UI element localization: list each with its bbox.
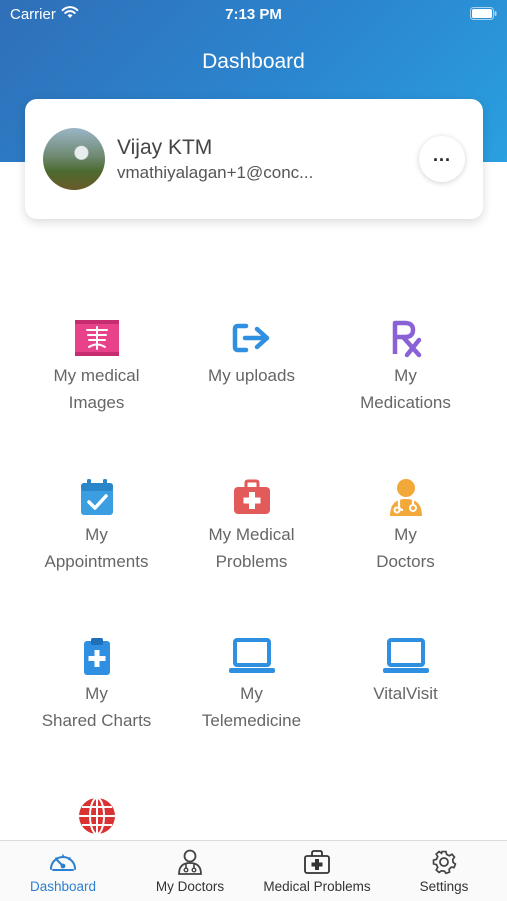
xray-icon — [74, 320, 119, 356]
medical-kit-icon — [233, 479, 270, 514]
tile-label-line1: My uploads — [208, 366, 295, 385]
tile-label-line1: My — [394, 525, 417, 544]
tile-label-line1: My — [394, 366, 417, 385]
tile-label-line1: My — [240, 684, 263, 703]
tab-settings[interactable]: Settings — [381, 841, 507, 901]
tile-label-line2: Doctors — [376, 552, 435, 571]
tab-label: Dashboard — [29, 879, 97, 894]
tile-label-line2: Shared Charts — [41, 711, 152, 730]
tile-my-medical-problems[interactable]: My Medical Problems — [174, 477, 329, 575]
avatar[interactable] — [43, 128, 105, 190]
tab-label: Medical Problems — [263, 879, 371, 894]
tile-label-line2: Appointments — [44, 552, 149, 571]
tile-label-line1: My Medical — [208, 525, 295, 544]
laptop-icon — [228, 638, 275, 673]
speedometer-icon — [50, 854, 76, 871]
tab-label: Settings — [419, 879, 469, 894]
tab-bar: Dashboard My Doctors Medical Problems Se… — [0, 840, 507, 901]
status-time: 7:13 PM — [225, 6, 282, 23]
tile-label-line2: Problems — [215, 552, 288, 571]
gear-icon — [432, 850, 457, 875]
tile-label-line2: Images — [68, 393, 125, 412]
tab-medical-problems[interactable]: Medical Problems — [254, 841, 380, 901]
tile-label-line1: My — [85, 525, 108, 544]
doctor-icon — [389, 479, 422, 516]
more-options-button[interactable]: ... — [419, 136, 465, 182]
profile-card: Vijay KTM vmathiyalagan+1@conc... ... — [25, 99, 483, 219]
tile-my-appointments[interactable]: My Appointments — [19, 477, 174, 575]
tile-medical-images[interactable]: My medical Images — [19, 318, 174, 416]
tile-globe[interactable] — [19, 796, 174, 836]
calendar-check-icon — [80, 479, 113, 515]
tile-label-line2: Telemedicine — [201, 711, 302, 730]
user-name: Vijay KTM — [117, 136, 213, 159]
user-email: vmathiyalagan+1@conc... — [117, 163, 314, 182]
page-title: Dashboard — [202, 50, 305, 73]
laptop-icon — [382, 638, 429, 673]
tile-vitalvisit[interactable]: VitalVisit — [328, 636, 483, 707]
tile-my-doctors[interactable]: My Doctors — [328, 477, 483, 575]
globe-icon — [78, 797, 115, 835]
tab-my-doctors[interactable]: My Doctors — [127, 841, 253, 901]
tile-label-line1: My medical — [53, 366, 140, 385]
medical-kit-outline-icon — [304, 850, 330, 874]
tile-my-shared-charts[interactable]: My Shared Charts — [19, 636, 174, 734]
tile-label-line1: My — [85, 684, 108, 703]
battery-icon — [470, 7, 497, 20]
tile-my-medications[interactable]: My Medications — [328, 318, 483, 416]
tile-label-line2: Medications — [360, 393, 451, 412]
tile-label-line1: VitalVisit — [373, 684, 438, 703]
ellipsis-icon: ... — [432, 145, 451, 165]
rx-icon — [392, 320, 421, 358]
tab-dashboard[interactable]: Dashboard — [0, 841, 126, 901]
doctor-outline-icon — [178, 849, 202, 875]
tab-label: My Doctors — [155, 879, 225, 894]
clipboard-plus-icon — [83, 638, 110, 675]
tile-my-telemedicine[interactable]: My Telemedicine — [174, 636, 329, 734]
upload-arrow-icon — [232, 323, 269, 353]
status-bar: Carrier 7:13 PM — [0, 0, 507, 30]
tile-my-uploads[interactable]: My uploads — [174, 318, 329, 389]
